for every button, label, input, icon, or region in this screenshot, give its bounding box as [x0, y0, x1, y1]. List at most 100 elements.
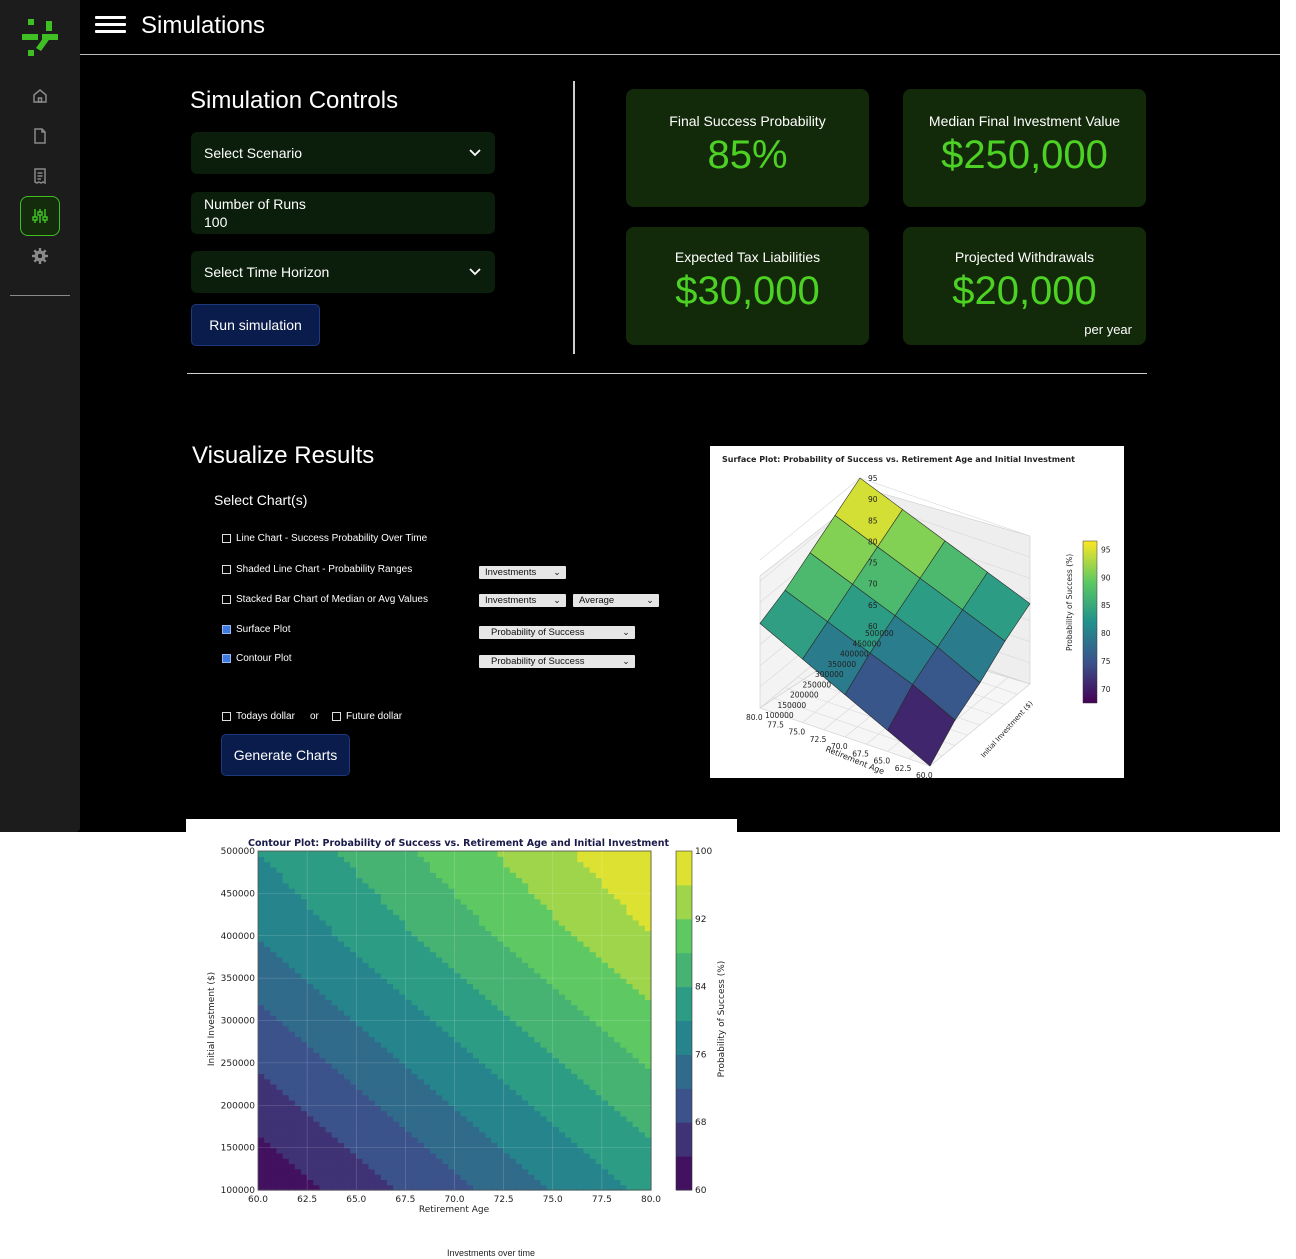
contour-cell: [350, 851, 357, 857]
contour-cell: [411, 1121, 419, 1128]
contour-cell: [436, 967, 443, 974]
contour-cell: [270, 988, 278, 995]
sidebar-item-reports[interactable]: [20, 156, 60, 196]
contour-cell: [479, 994, 486, 1000]
contour-cell: [368, 946, 376, 953]
chart-option-line[interactable]: Line Chart - Success Probability Over Ti…: [222, 533, 427, 544]
contour-cell: [331, 1110, 339, 1117]
contour-cell: [258, 861, 265, 868]
chart-option-surface[interactable]: Surface Plot: [222, 624, 290, 635]
contour-cell: [374, 935, 382, 942]
contour-cell: [350, 994, 357, 1000]
future-dollar-option[interactable]: Future dollar: [332, 711, 402, 722]
scenario-select[interactable]: Select Scenario: [191, 132, 495, 174]
contour-cell: [307, 1152, 314, 1159]
sidebar-item-home[interactable]: [20, 76, 60, 116]
chart-option-contour[interactable]: Contour Plot: [222, 653, 292, 664]
scenario-select-label: Select Scenario: [204, 145, 303, 161]
contour-cell: [589, 877, 597, 884]
contour-cell: [589, 909, 597, 916]
contour-cell: [411, 956, 419, 963]
contour-cell: [540, 919, 548, 926]
contour-cell: [356, 1036, 363, 1043]
checkbox-checked[interactable]: [222, 625, 231, 634]
contour-cell: [632, 898, 640, 905]
time-horizon-select[interactable]: Select Time Horizon: [191, 251, 495, 293]
contour-cell: [368, 893, 376, 900]
stacked-bar-metric-select[interactable]: Investments ⌄: [479, 594, 566, 607]
checkbox[interactable]: [222, 534, 231, 543]
sidebar-item-simulations[interactable]: [20, 196, 60, 236]
contour-cell: [485, 898, 492, 905]
contour-cell: [411, 872, 419, 879]
surface-plot-svg: Surface Plot: Probability of Success vs.…: [722, 455, 1111, 780]
todays-dollar-option[interactable]: Todays dollar: [222, 711, 295, 722]
contour-cell: [258, 1078, 265, 1085]
checkbox[interactable]: [222, 565, 231, 574]
contour-cell: [595, 1158, 603, 1165]
contour-cell: [264, 1020, 271, 1027]
contour-cell: [258, 1062, 265, 1069]
contour-cell: [528, 1062, 535, 1069]
contour-cell: [454, 951, 462, 958]
contour-cell: [534, 1115, 542, 1122]
runs-field[interactable]: Number of Runs 100: [191, 192, 495, 234]
contour-cell: [399, 1068, 406, 1075]
contour-cell: [638, 1041, 646, 1048]
chart-option-shaded-line[interactable]: Shaded Line Chart - Probability Ranges: [222, 564, 412, 575]
contour-cell: [448, 1009, 456, 1016]
contour-cell: [608, 919, 615, 926]
contour-cell: [454, 1174, 462, 1181]
contour-cell: [546, 1068, 554, 1075]
z-tick-label: 90: [868, 495, 878, 504]
contour-cell: [522, 1168, 529, 1175]
surface-metric-select[interactable]: Probability of Success ⌄: [479, 626, 635, 639]
contour-cell: [405, 1073, 413, 1080]
contour-cell: [368, 1031, 376, 1037]
contour-cell: [589, 851, 597, 857]
contour-cell: [485, 1131, 492, 1138]
contour-cell: [399, 1131, 406, 1138]
generate-charts-button[interactable]: Generate Charts: [221, 734, 350, 776]
contour-cell: [626, 903, 634, 910]
contour-cell: [565, 1174, 572, 1181]
contour-metric-select[interactable]: Probability of Success ⌄: [479, 655, 635, 668]
contour-cell: [558, 951, 566, 958]
contour-cell: [386, 1126, 394, 1133]
contour-cell: [632, 1147, 640, 1154]
contour-cell: [626, 1147, 634, 1154]
contour-cell: [264, 872, 271, 879]
contour-cell: [497, 1174, 505, 1181]
chart-option-stacked-bar[interactable]: Stacked Bar Chart of Median or Avg Value…: [222, 594, 428, 605]
contour-cell: [386, 1179, 394, 1186]
contour-cell: [466, 1089, 474, 1096]
contour-cell: [608, 914, 615, 921]
contour-cell: [515, 1089, 523, 1096]
contour-cell: [491, 1163, 499, 1170]
run-simulation-button[interactable]: Run simulation: [191, 304, 320, 346]
contour-cell: [472, 1089, 480, 1096]
contour-cell: [300, 1089, 308, 1096]
checkbox[interactable]: [222, 595, 231, 604]
runs-input[interactable]: 100: [204, 213, 227, 231]
contour-cell: [644, 903, 652, 910]
sidebar-item-documents[interactable]: [20, 116, 60, 156]
contour-cell: [571, 1158, 578, 1165]
checkbox[interactable]: [222, 712, 231, 721]
sidebar-item-settings[interactable]: [20, 236, 60, 276]
contour-cell: [558, 851, 566, 857]
stacked-bar-stat-select[interactable]: Average ⌄: [573, 594, 659, 607]
kpi-card-success: Final Success Probability 85%: [626, 89, 869, 207]
contour-cell: [282, 1041, 290, 1048]
contour-cell: [583, 898, 591, 905]
contour-cell: [632, 866, 640, 873]
contour-cell: [528, 1163, 535, 1170]
contour-cell: [374, 999, 382, 1006]
checkbox-checked[interactable]: [222, 654, 231, 663]
menu-icon[interactable]: [95, 16, 126, 34]
shaded-line-metric-select[interactable]: Investments ⌄: [479, 566, 566, 579]
colorbar-tick-label: 76: [695, 1050, 707, 1060]
contour-cell: [350, 1147, 357, 1154]
checkbox[interactable]: [332, 712, 341, 721]
contour-cell: [405, 903, 413, 910]
